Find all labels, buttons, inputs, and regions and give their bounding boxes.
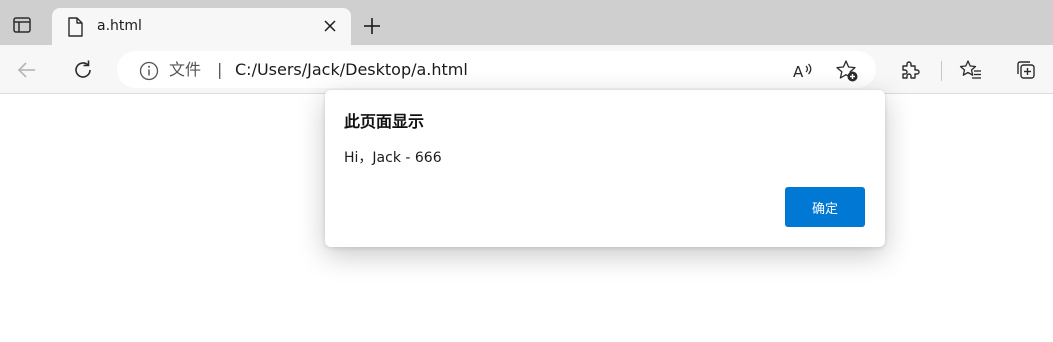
puzzle-icon: [902, 61, 920, 79]
dialog-title: 此页面显示: [344, 112, 425, 131]
browser-toolbar: 文件 | C:/Users/Jack/Desktop/a.html A: [0, 45, 1053, 94]
back-button[interactable]: [14, 57, 40, 83]
url-text[interactable]: C:/Users/Jack/Desktop/a.html: [235, 60, 468, 80]
ok-button[interactable]: 确定: [785, 187, 865, 227]
read-aloud-icon[interactable]: A: [791, 59, 815, 83]
scheme-label: 文件: [169, 60, 202, 79]
tab-strip: a.html: [0, 0, 1053, 45]
favorites-button[interactable]: [958, 57, 984, 83]
collections-button[interactable]: [1013, 57, 1039, 83]
back-arrow-icon: [17, 62, 35, 78]
svg-text:A: A: [793, 63, 804, 81]
info-icon[interactable]: [139, 61, 159, 81]
tab-title: a.html: [97, 18, 142, 34]
toolbar-divider: [941, 61, 942, 81]
document-icon: [68, 17, 83, 37]
alert-dialog: 此页面显示 Hi，Jack - 666 确定: [325, 90, 885, 247]
close-icon[interactable]: [322, 18, 338, 34]
new-tab-icon[interactable]: [360, 14, 384, 38]
favorites-list-icon: [959, 60, 981, 79]
tab-actions-icon: [13, 17, 31, 33]
collections-icon: [1017, 61, 1035, 79]
address-separator: |: [217, 60, 223, 79]
refresh-button[interactable]: [70, 57, 96, 83]
add-favorite-icon[interactable]: [835, 59, 859, 83]
refresh-icon: [75, 60, 91, 78]
extensions-button[interactable]: [897, 57, 923, 83]
tab-active[interactable]: a.html: [52, 8, 351, 45]
dialog-message: Hi，Jack - 666: [344, 150, 442, 166]
address-bar[interactable]: 文件 | C:/Users/Jack/Desktop/a.html A: [117, 51, 876, 88]
tab-actions-button[interactable]: [8, 13, 36, 37]
